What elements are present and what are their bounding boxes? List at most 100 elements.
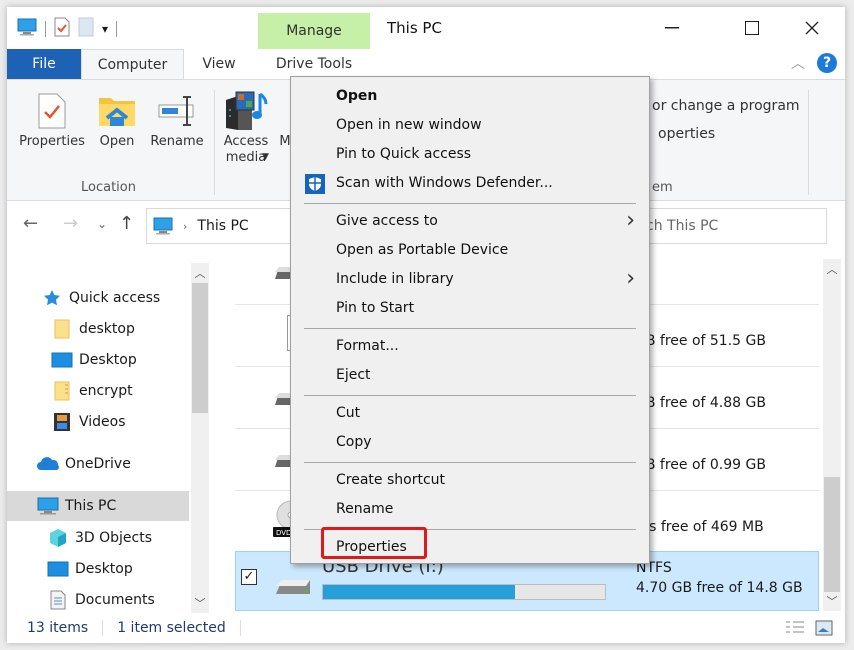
forward-button[interactable]: →	[63, 213, 78, 234]
folder-open-icon	[99, 98, 135, 126]
access-media-button[interactable]: Access media ▼	[219, 88, 273, 166]
close-button[interactable]	[797, 15, 827, 41]
menu-item-format[interactable]: Format...	[293, 332, 647, 360]
sidebar-item-label: 3D Objects	[75, 530, 153, 546]
drive-usage-fill	[323, 585, 515, 599]
drive-free-space: 4.70 GB free of 14.8 GB	[636, 580, 803, 596]
tab-drive-tools[interactable]: Drive Tools	[258, 49, 370, 79]
sidebar-item-documents[interactable]: Documents	[7, 585, 189, 615]
ribbon-tabs: File Computer View Drive Tools ︿ ?	[7, 49, 845, 79]
properties-icon[interactable]	[54, 17, 70, 41]
open-button[interactable]: Open	[93, 88, 141, 149]
scroll-down-icon[interactable]: ﹀	[823, 593, 841, 609]
menu-item-scan-with-windows-defender[interactable]: Scan with Windows Defender...	[293, 169, 647, 197]
scrollbar-thumb[interactable]	[824, 477, 840, 592]
zip-folder-icon	[51, 381, 73, 401]
system-properties-link[interactable]: operties	[658, 126, 715, 142]
sidebar-scrollbar[interactable]: ︿ ﹀	[191, 263, 209, 613]
large-icons-view-icon	[815, 620, 833, 636]
scroll-down-icon[interactable]: ﹀	[191, 595, 209, 611]
menu-item-open[interactable]: Open	[293, 82, 647, 110]
customize-qat-icon[interactable]: ▾	[102, 22, 108, 36]
context-menu: Open Open in new window Pin to Quick acces…	[290, 76, 650, 564]
menu-item-copy[interactable]: Copy	[293, 428, 647, 456]
properties-label: Properties	[19, 134, 85, 149]
menu-item-label: Create shortcut	[336, 472, 446, 488]
menu-item-pin-to-quick-access[interactable]: Pin to Quick access	[293, 140, 647, 168]
tab-file[interactable]: File	[7, 49, 81, 79]
sidebar-item-label: This PC	[65, 498, 117, 514]
submenu-chevron-icon: ›	[626, 208, 635, 233]
submenu-chevron-icon: ›	[626, 266, 635, 291]
sidebar-item-label: Documents	[75, 592, 155, 608]
menu-item-open-as-portable-device[interactable]: Open as Portable Device	[293, 236, 647, 264]
recent-locations-button[interactable]: ⌄	[97, 217, 107, 231]
menu-item-include-in-library[interactable]: Include in library ›	[293, 265, 647, 293]
desktop-icon	[47, 559, 69, 579]
manage-contextual-tab[interactable]: Manage	[258, 13, 370, 49]
maximize-icon	[745, 21, 759, 35]
menu-item-open-in-new-window[interactable]: Open in new window	[293, 111, 647, 139]
breadcrumb-chevron-icon: ›	[183, 219, 188, 233]
sidebar-item-desktop-2[interactable]: Desktop	[7, 554, 189, 584]
scrollbar-thumb[interactable]	[192, 283, 208, 413]
tab-computer[interactable]: Computer	[81, 49, 184, 79]
details-view-button[interactable]	[785, 620, 805, 640]
menu-item-label: Eject	[336, 367, 371, 383]
sidebar-item-label: Desktop	[79, 352, 137, 368]
sidebar-item-encrypt[interactable]: encrypt	[7, 376, 189, 406]
menu-item-label: Scan with Windows Defender...	[336, 175, 553, 191]
menu-item-create-shortcut[interactable]: Create shortcut	[293, 466, 647, 494]
sidebar-item-videos[interactable]: Videos	[7, 407, 189, 437]
computer-icon	[37, 496, 59, 516]
menu-item-eject[interactable]: Eject	[293, 361, 647, 389]
tab-view[interactable]: View	[189, 49, 249, 79]
help-icon[interactable]: ?	[817, 53, 837, 73]
menu-item-label: Cut	[336, 405, 361, 421]
computer-icon	[153, 217, 173, 235]
properties-highlight-box	[321, 527, 427, 559]
menu-item-pin-to-start[interactable]: Pin to Start	[293, 294, 647, 322]
back-button[interactable]: ←	[23, 213, 38, 234]
uninstall-program-link[interactable]: or change a program	[652, 98, 800, 114]
title-bar: ▾ Manage This PC	[7, 7, 845, 49]
menu-item-label: Pin to Quick access	[336, 146, 472, 162]
minimize-icon	[665, 27, 679, 29]
rename-button[interactable]: Rename	[147, 88, 207, 149]
collapse-ribbon-icon[interactable]: ︿	[791, 53, 805, 73]
sidebar-item-label: Videos	[79, 414, 126, 430]
sidebar-item-label: Desktop	[75, 561, 133, 577]
new-folder-icon[interactable]	[78, 17, 94, 41]
dropdown-arrow-icon: ▼	[262, 152, 269, 162]
selection-checkbox[interactable]: ✓	[241, 569, 257, 585]
status-bar: 13 items 1 item selected	[7, 613, 845, 643]
sidebar-item-desktop-folder[interactable]: desktop	[7, 314, 189, 344]
sidebar-item-this-pc[interactable]: This PC	[7, 491, 189, 521]
menu-item-rename[interactable]: Rename	[293, 495, 647, 523]
up-button[interactable]: ↑	[119, 213, 134, 234]
minimize-button[interactable]	[657, 15, 687, 41]
star-icon	[41, 288, 63, 308]
sidebar-item-quick-access[interactable]: Quick access	[7, 283, 189, 313]
sidebar-item-onedrive[interactable]: OneDrive	[7, 449, 189, 479]
sidebar-item-3d-objects[interactable]: 3D Objects	[7, 523, 189, 553]
menu-item-cut[interactable]: Cut	[293, 399, 647, 427]
sidebar-item-label: Quick access	[69, 290, 161, 306]
system-group-label: em	[652, 180, 673, 195]
menu-item-label: Include in library	[336, 271, 454, 287]
maximize-button[interactable]	[737, 15, 767, 41]
content-scrollbar[interactable]: ︿ ﹀	[823, 259, 841, 611]
item-count: 13 items	[27, 620, 89, 636]
menu-item-give-access-to[interactable]: Give access to ›	[293, 207, 647, 235]
quick-access-toolbar: ▾	[17, 17, 118, 41]
scroll-up-icon[interactable]: ︿	[823, 261, 841, 277]
computer-icon[interactable]	[17, 18, 37, 40]
scroll-up-icon[interactable]: ︿	[191, 265, 209, 281]
menu-item-label: Open in new window	[336, 117, 482, 133]
window-title: This PC	[387, 19, 442, 37]
properties-button[interactable]: Properties	[17, 88, 87, 149]
large-icons-view-button[interactable]	[815, 620, 833, 640]
ribbon-help-area: ︿ ?	[791, 53, 837, 73]
menu-separator	[304, 462, 636, 463]
sidebar-item-desktop[interactable]: Desktop	[7, 345, 189, 375]
